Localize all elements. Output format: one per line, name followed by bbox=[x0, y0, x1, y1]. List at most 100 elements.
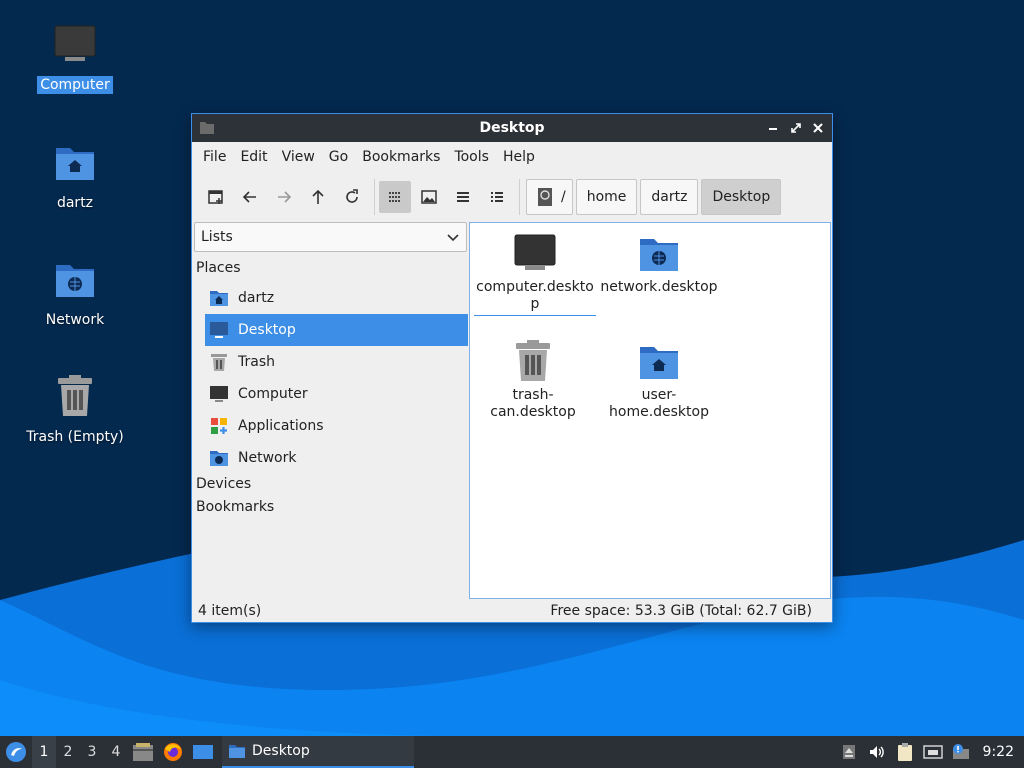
sidebar-item-network[interactable]: Network bbox=[205, 442, 468, 474]
taskbar-task-desktop[interactable]: Desktop bbox=[222, 736, 414, 768]
reload-button[interactable] bbox=[336, 181, 368, 213]
compact-view-button[interactable] bbox=[447, 181, 479, 213]
file-name: user- home.desktop bbox=[609, 387, 709, 420]
network-folder-icon bbox=[635, 229, 683, 277]
toolbar: / home dartz Desktop bbox=[192, 172, 832, 222]
maximize-icon bbox=[791, 123, 801, 133]
desktop-icon-trash[interactable]: Trash (Empty) bbox=[20, 372, 130, 446]
menu-go[interactable]: Go bbox=[322, 142, 355, 172]
desktop-icon-computer[interactable]: Computer bbox=[20, 20, 130, 94]
file-item[interactable]: network.desktop bbox=[598, 229, 720, 296]
sidebar-item-applications[interactable]: Applications bbox=[205, 410, 468, 442]
network-folder-icon bbox=[51, 255, 99, 303]
icon-view-button[interactable] bbox=[379, 181, 411, 213]
forward-icon bbox=[278, 191, 292, 203]
menu-file[interactable]: File bbox=[196, 142, 233, 172]
applications-icon bbox=[209, 416, 229, 436]
detailed-list-button[interactable] bbox=[481, 181, 513, 213]
sidebar-item-label: dartz bbox=[238, 290, 275, 306]
file-name: trash- can.desktop bbox=[490, 387, 576, 420]
file-item[interactable]: user- home.desktop bbox=[598, 337, 720, 421]
status-bar: 4 item(s) Free space: 53.3 GiB (Total: 6… bbox=[192, 600, 832, 622]
file-view[interactable]: computer.deskto p network.desktop trash-… bbox=[469, 222, 831, 599]
home-folder-icon bbox=[51, 138, 99, 186]
menu-edit[interactable]: Edit bbox=[233, 142, 274, 172]
reload-icon bbox=[346, 189, 358, 203]
workspace-4[interactable]: 4 bbox=[104, 736, 128, 768]
file-manager-launcher[interactable] bbox=[128, 736, 158, 768]
file-item[interactable]: trash- can.desktop bbox=[472, 337, 594, 421]
back-button[interactable] bbox=[234, 181, 266, 213]
breadcrumb-desktop[interactable]: Desktop bbox=[701, 179, 782, 215]
devices-header[interactable]: Devices bbox=[196, 476, 251, 492]
update-notifier-button[interactable] bbox=[947, 736, 975, 768]
menu-tools[interactable]: Tools bbox=[447, 142, 496, 172]
network-button[interactable] bbox=[919, 736, 947, 768]
sidebar-item-dartz[interactable]: dartz bbox=[205, 282, 468, 314]
close-button[interactable] bbox=[810, 120, 826, 136]
workspace-1[interactable]: 1 bbox=[32, 736, 56, 768]
breadcrumb-home[interactable]: home bbox=[575, 179, 638, 215]
up-button[interactable] bbox=[302, 181, 334, 213]
new-tab-button[interactable] bbox=[200, 181, 232, 213]
breadcrumb-root[interactable]: / bbox=[526, 179, 573, 215]
clock[interactable]: 9:22 bbox=[975, 744, 1024, 760]
desktop-icon-dartz[interactable]: dartz bbox=[20, 138, 130, 212]
start-menu-button[interactable] bbox=[0, 736, 32, 768]
side-pane-mode-select[interactable]: Lists bbox=[194, 222, 467, 252]
sidebar-item-trash[interactable]: Trash bbox=[205, 346, 468, 378]
item-count: 4 item(s) bbox=[198, 603, 262, 619]
close-icon bbox=[813, 123, 823, 133]
task-label: Desktop bbox=[252, 743, 310, 759]
new-tab-icon bbox=[208, 190, 223, 204]
show-desktop-button[interactable] bbox=[188, 736, 218, 768]
minimize-icon bbox=[769, 128, 777, 130]
bookmarks-header[interactable]: Bookmarks bbox=[196, 499, 274, 515]
sidebar-item-label: Trash bbox=[238, 354, 275, 370]
maximize-button[interactable] bbox=[788, 120, 804, 136]
clipboard-button[interactable] bbox=[891, 736, 919, 768]
home-folder-icon bbox=[209, 288, 229, 308]
desktop-icon-label: Network bbox=[45, 312, 105, 328]
breadcrumb: / home dartz Desktop bbox=[526, 179, 784, 215]
forward-button[interactable] bbox=[268, 181, 300, 213]
desktop-icon-label: dartz bbox=[56, 195, 94, 211]
file-manager-icon bbox=[133, 743, 153, 761]
workspace-2[interactable]: 2 bbox=[56, 736, 80, 768]
file-item[interactable]: computer.deskto p bbox=[474, 229, 596, 316]
clipboard-icon bbox=[897, 743, 912, 761]
places-header[interactable]: Places bbox=[196, 260, 241, 276]
toolbar-separator bbox=[374, 179, 375, 215]
file-name: network.desktop bbox=[600, 279, 718, 295]
sidebar-item-label: Computer bbox=[238, 386, 308, 402]
desktop-icon bbox=[209, 320, 229, 340]
sidebar-item-computer[interactable]: Computer bbox=[205, 378, 468, 410]
breadcrumb-dartz[interactable]: dartz bbox=[640, 179, 699, 215]
menu-help[interactable]: Help bbox=[496, 142, 542, 172]
minimize-button[interactable] bbox=[766, 120, 782, 136]
folder-icon bbox=[229, 745, 245, 758]
menu-bookmarks[interactable]: Bookmarks bbox=[355, 142, 447, 172]
desktop-icon-label: Computer bbox=[37, 76, 113, 94]
compact-view-icon bbox=[457, 192, 469, 202]
eject-button[interactable] bbox=[835, 736, 863, 768]
menu-bar: File Edit View Go Bookmarks Tools Help bbox=[192, 142, 832, 172]
eject-icon bbox=[842, 745, 855, 759]
sidebar-item-desktop[interactable]: Desktop bbox=[205, 314, 468, 346]
side-pane-mode-value: Lists bbox=[201, 229, 233, 245]
desktop-icon-label: Trash (Empty) bbox=[26, 429, 124, 445]
thumbnail-view-button[interactable] bbox=[413, 181, 445, 213]
sidebar-item-label: Desktop bbox=[238, 322, 296, 338]
taskbar: 1 2 3 4 Desktop 9:22 bbox=[0, 736, 1024, 768]
window-title: Desktop bbox=[479, 120, 545, 136]
chevron-down-icon bbox=[447, 234, 459, 242]
desktop-icon-network[interactable]: Network bbox=[20, 255, 130, 329]
window-titlebar[interactable]: Desktop bbox=[192, 114, 832, 142]
workspace-3[interactable]: 3 bbox=[80, 736, 104, 768]
firefox-launcher[interactable] bbox=[158, 736, 188, 768]
trash-icon bbox=[209, 352, 229, 372]
volume-icon bbox=[869, 746, 884, 758]
detailed-list-icon bbox=[491, 192, 503, 202]
menu-view[interactable]: View bbox=[275, 142, 322, 172]
volume-button[interactable] bbox=[863, 736, 891, 768]
